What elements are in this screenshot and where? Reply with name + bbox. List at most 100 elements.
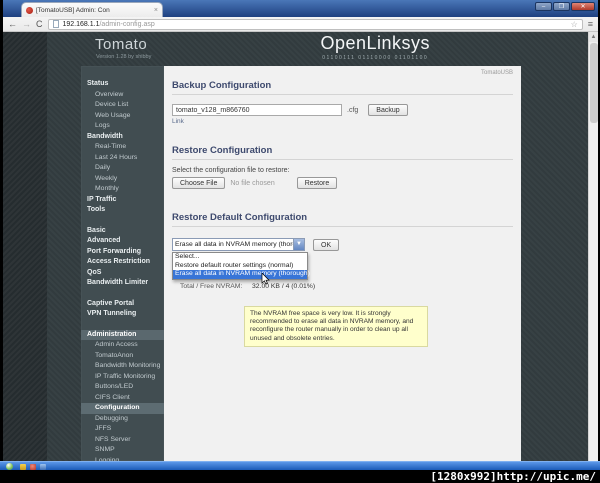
browser-toolbar: ← → C 192.168.1.1/admin-config.asp ☆ ≡: [3, 17, 598, 32]
sidebar-item-monthly[interactable]: Monthly: [81, 184, 164, 195]
file-extension-label: .cfg: [347, 106, 359, 114]
logo-binary-text: 01100111 01110000 01101100: [322, 55, 429, 61]
sidebar-item-logs[interactable]: Logs: [81, 121, 164, 132]
window-controls: – ❐ ✕: [535, 2, 595, 11]
mouse-cursor-icon: [261, 272, 270, 284]
backup-filename-input[interactable]: [172, 104, 342, 116]
sidebar-item-ip-traffic[interactable]: IP Traffic: [81, 195, 164, 206]
browser-scrollbar[interactable]: ▲: [588, 32, 598, 461]
folder-icon[interactable]: [20, 463, 26, 470]
openlinksys-logo: OpenLinksys: [320, 33, 430, 53]
sidebar-item-device-list[interactable]: Device List: [81, 100, 164, 111]
scrollbar-thumb[interactable]: [590, 43, 598, 123]
sidebar-item-bandwidth[interactable]: Bandwidth: [81, 132, 164, 143]
brand-version: Version 1.28 by shibby: [96, 54, 152, 60]
bookmark-star-icon[interactable]: ☆: [571, 20, 578, 29]
restore-instruction: Select the configuration file to restore…: [172, 167, 290, 174]
corner-label: TomatoUSB: [480, 70, 513, 76]
sidebar-item-ip-traffic-monitoring[interactable]: IP Traffic Monitoring: [81, 372, 164, 383]
page-icon: [52, 20, 59, 28]
select-value: Erase all data in NVRAM memory (thorough…: [175, 241, 293, 248]
close-window-button[interactable]: ✕: [571, 2, 595, 11]
backup-configuration-title: Backup Configuration: [172, 80, 513, 95]
watermark-text: [1280x992]http://upic.me/: [430, 470, 596, 483]
start-orb-icon[interactable]: [6, 463, 13, 470]
sidebar-item-status[interactable]: Status: [81, 79, 164, 90]
sidebar-item-cifs-client[interactable]: CIFS Client: [81, 393, 164, 404]
ok-button[interactable]: OK: [313, 238, 340, 251]
windows-taskbar[interactable]: [0, 461, 600, 470]
backup-button[interactable]: Backup: [368, 104, 408, 116]
sidebar-item-weekly[interactable]: Weekly: [81, 174, 164, 185]
dropdown-options: Select... Restore default router settings…: [172, 252, 310, 284]
sidebar-item-nfs-server[interactable]: NFS Server: [81, 435, 164, 446]
chevron-down-icon[interactable]: ▼: [293, 239, 304, 250]
nvram-row: Total / Free NVRAM: 32.00 KB / 4 (0.01%): [172, 283, 513, 290]
nvram-warning-note: The NVRAM free space is very low. It is …: [244, 306, 428, 347]
titlebar[interactable]: – ❐ ✕ [TomatoUSB] Admin: Con ×: [3, 0, 598, 17]
url-bar[interactable]: 192.168.1.1/admin-config.asp ☆: [47, 18, 583, 30]
url-path: /admin-config.asp: [99, 20, 155, 28]
brand-title: Tomato: [95, 36, 148, 53]
browser-menu-icon[interactable]: ≡: [588, 19, 593, 29]
backup-link[interactable]: Link: [172, 118, 188, 125]
choose-file-button[interactable]: Choose File: [172, 177, 226, 189]
sidebar-item-admin-access[interactable]: Admin Access: [81, 340, 164, 351]
browser-tab[interactable]: [TomatoUSB] Admin: Con ×: [21, 2, 163, 17]
page-viewport: Tomato Version 1.28 by shibby OpenLinksy…: [3, 32, 588, 461]
page-left-margin: [3, 32, 47, 461]
sidebar-item-web-usage[interactable]: Web Usage: [81, 111, 164, 122]
url-host: 192.168.1.1: [62, 20, 100, 28]
dropdown-option[interactable]: Select...: [173, 253, 307, 262]
player-icon[interactable]: [40, 463, 46, 470]
dropdown-option[interactable]: Erase all data in NVRAM memory (thorough…: [173, 270, 310, 279]
restore-default-configuration-title: Restore Default Configuration: [172, 212, 513, 227]
sidebar-item-access-restriction[interactable]: Access Restriction: [81, 257, 164, 268]
sidebar-item-last-24-hours[interactable]: Last 24 Hours: [81, 153, 164, 164]
logo-block: OpenLinksys 01100111 01110000 01101100: [320, 33, 430, 61]
sidebar-item-daily[interactable]: Daily: [81, 163, 164, 174]
sidebar-item-qos[interactable]: QoS: [81, 268, 164, 279]
page-header: Tomato Version 1.28 by shibby OpenLinksy…: [3, 32, 588, 66]
sidebar-item-jffs[interactable]: JFFS: [81, 424, 164, 435]
sidebar-item-bandwidth-limiter[interactable]: Bandwidth Limiter: [81, 278, 164, 289]
sidebar-item-configuration[interactable]: Configuration: [81, 403, 164, 414]
restore-mode-select[interactable]: Erase all data in NVRAM memory (thorough…: [172, 238, 310, 284]
back-icon[interactable]: ←: [8, 18, 17, 31]
tab-title: [TomatoUSB] Admin: Con: [36, 6, 110, 14]
minimize-button[interactable]: –: [535, 2, 552, 11]
sidebar-item-vpn-tunneling[interactable]: VPN Tunneling: [81, 309, 164, 320]
sidebar-item-buttons-led[interactable]: Buttons/LED: [81, 382, 164, 393]
watermark-band: [1280x992]http://upic.me/: [0, 470, 600, 483]
tab-close-icon[interactable]: ×: [154, 7, 158, 14]
sidebar-item-basic[interactable]: Basic: [81, 226, 164, 237]
forward-icon[interactable]: →: [22, 18, 31, 31]
tomato-favicon-icon: [26, 6, 33, 14]
sidebar-item-tools[interactable]: Tools: [81, 205, 164, 216]
restore-button[interactable]: Restore: [296, 177, 338, 189]
sidebar-item-port-forwarding[interactable]: Port Forwarding: [81, 247, 164, 258]
sidebar-item-debugging[interactable]: Debugging: [81, 414, 164, 425]
sidebar-item-real-time[interactable]: Real-Time: [81, 142, 164, 153]
file-status-text: No file chosen: [230, 179, 275, 187]
url-text[interactable]: 192.168.1.1/admin-config.asp: [63, 21, 155, 28]
sidebar-item-snmp[interactable]: SNMP: [81, 445, 164, 456]
scroll-up-icon[interactable]: ▲: [589, 32, 598, 42]
restore-button[interactable]: ❐: [553, 2, 570, 11]
sidebar-item-overview[interactable]: Overview: [81, 90, 164, 101]
sidebar-item-administration[interactable]: Administration: [81, 329, 164, 340]
sidebar-item-captive-portal[interactable]: Captive Portal: [81, 299, 164, 310]
browser-window: – ❐ ✕ [TomatoUSB] Admin: Con × ← → C 192…: [3, 0, 598, 461]
sidebar-item-bandwidth-monitoring[interactable]: Bandwidth Monitoring: [81, 361, 164, 372]
restore-configuration-title: Restore Configuration: [172, 145, 513, 160]
nvram-label: Total / Free NVRAM:: [180, 283, 243, 290]
reload-icon[interactable]: C: [36, 18, 43, 31]
dropdown-option[interactable]: Restore default router settings (normal): [173, 262, 307, 271]
browser-icon[interactable]: [30, 463, 36, 470]
sidebar-item-advanced[interactable]: Advanced: [81, 236, 164, 247]
sidebar-menu: Status Overview Device List Web Usage Logs Ba…: [81, 66, 164, 461]
sidebar-item-tomatoanon[interactable]: TomatoAnon: [81, 351, 164, 362]
